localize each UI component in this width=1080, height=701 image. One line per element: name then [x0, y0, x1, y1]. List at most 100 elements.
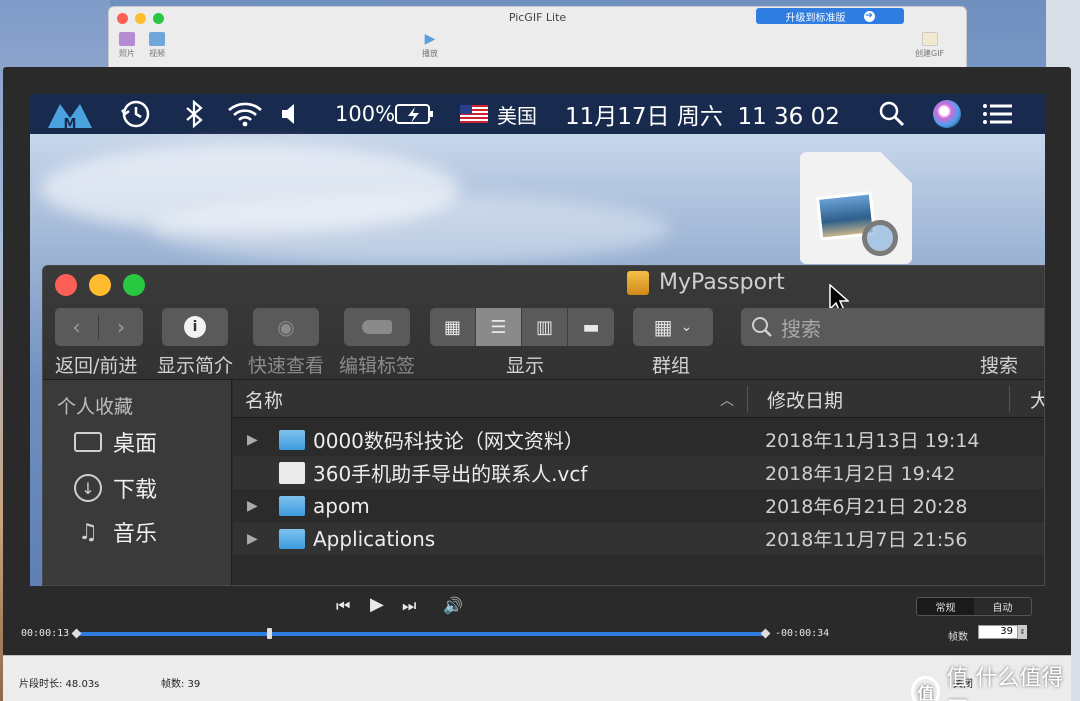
- group-grid-icon: ▦: [653, 315, 673, 339]
- photo-tool-button[interactable]: 照片: [119, 32, 135, 59]
- frame-count: 帧数: 39: [161, 679, 201, 690]
- forward-chevron-icon[interactable]: ›: [99, 315, 143, 339]
- watermark-text: 值 什么值得买: [946, 666, 1064, 701]
- finder-title-text: MyPassport: [659, 270, 785, 295]
- column-name-header[interactable]: 名称: [245, 386, 283, 413]
- search-label: 搜索: [980, 355, 1019, 377]
- spotlight-search-icon[interactable]: [878, 94, 906, 134]
- us-flag-icon[interactable]: [460, 94, 488, 134]
- notification-center-icon[interactable]: [982, 94, 1014, 134]
- tag-icon: [362, 320, 392, 334]
- play-tool-button[interactable]: ▶ 播放: [422, 32, 438, 59]
- volume-icon[interactable]: [280, 94, 300, 134]
- siri-icon[interactable]: [933, 94, 961, 134]
- get-info-button[interactable]: i: [162, 308, 228, 346]
- quick-look-label: 快速查看: [248, 355, 325, 377]
- disclosure-triangle-icon[interactable]: ▶: [247, 531, 258, 547]
- sidebar-item-desktop[interactable]: 桌面: [73, 426, 157, 458]
- file-row[interactable]: ▶ Applications 2018年11月7日 21:56: [233, 522, 1044, 555]
- watermark-logo: 值: [911, 676, 941, 701]
- folder-icon: [279, 495, 305, 516]
- quick-look-button[interactable]: ◉: [253, 308, 319, 346]
- column-size-header[interactable]: 大: [1030, 386, 1044, 413]
- column-modified-header[interactable]: 修改日期: [767, 386, 843, 413]
- edit-tags-button[interactable]: [344, 308, 410, 346]
- back-forward-control[interactable]: ‹ ›: [55, 308, 143, 346]
- sidebar-item-downloads[interactable]: ↓ 下载: [73, 472, 157, 504]
- volume-icon[interactable]: 🔊: [443, 596, 463, 615]
- menubar-clock[interactable]: 11月17日 周六 11 36 02: [565, 94, 840, 134]
- file-date: 2018年6月21日 20:28: [765, 496, 968, 518]
- folder-icon: [279, 429, 305, 450]
- favorites-heading: 个人收藏: [57, 396, 134, 418]
- mode-auto-option[interactable]: 自动: [974, 598, 1031, 615]
- create-gif-icon: [921, 32, 938, 46]
- trim-start-handle[interactable]: [71, 628, 82, 639]
- skip-forward-icon[interactable]: ⏭: [402, 596, 416, 616]
- column-view-icon[interactable]: ▥: [522, 308, 568, 346]
- music-icon: ♫: [78, 519, 98, 545]
- info-icon: i: [184, 316, 206, 338]
- skip-back-icon[interactable]: ⏮: [336, 596, 350, 616]
- mountain-logo-icon: M: [48, 104, 92, 130]
- mode-normal-option[interactable]: 常规: [917, 598, 974, 615]
- finder-window: MyPassport ‹ › 返回/前进 i 显示简介 ◉ 快速查看 编辑标签 …: [42, 265, 1045, 586]
- video-tool-button[interactable]: 视频: [149, 32, 165, 59]
- file-name: Applications: [313, 526, 436, 551]
- fps-label: 帧数: [948, 632, 968, 643]
- finder-minimize-button[interactable]: [89, 274, 111, 296]
- magnifier-icon: [862, 220, 898, 256]
- finder-sidebar: 个人收藏 桌面 ↓ 下载 ♫ 音乐: [43, 380, 232, 585]
- search-field[interactable]: 搜索: [741, 308, 1044, 346]
- file-date: 2018年1月2日 19:42: [765, 463, 956, 485]
- play-icon[interactable]: ▶: [370, 594, 384, 615]
- mac-menubar: M 100% 美国 11月17日 周六 11 36 02: [30, 94, 1045, 134]
- sort-chevron-up-icon[interactable]: ︿: [720, 390, 734, 410]
- column-divider: [747, 386, 748, 412]
- wifi-icon[interactable]: [227, 94, 263, 134]
- timeline-track[interactable]: [76, 632, 766, 636]
- site-watermark: 值 值 什么值得买: [911, 660, 1071, 701]
- icon-view-icon[interactable]: ▦: [430, 308, 476, 346]
- fps-stepper[interactable]: ⇕: [1018, 625, 1027, 639]
- battery-percent: 100%: [335, 102, 396, 126]
- finder-zoom-button[interactable]: [123, 274, 145, 296]
- disclosure-triangle-icon[interactable]: ▶: [247, 498, 258, 514]
- view-mode-segmented[interactable]: ▦ ☰ ▥ ▬: [430, 308, 614, 346]
- group-by-button[interactable]: ▦ ⌄: [633, 308, 713, 346]
- input-source-label[interactable]: 美国: [497, 94, 537, 134]
- back-chevron-icon[interactable]: ‹: [55, 315, 99, 339]
- battery-charging-icon[interactable]: [395, 94, 435, 134]
- playhead-handle[interactable]: [266, 628, 272, 639]
- gallery-view-icon[interactable]: ▬: [568, 308, 614, 346]
- file-row[interactable]: 360手机助手导出的联系人.vcf 2018年1月2日 19:42: [233, 456, 1044, 489]
- create-gif-button[interactable]: 创建GIF: [915, 32, 944, 59]
- group-label: 群组: [652, 355, 691, 377]
- file-row[interactable]: ▶ 0000数码科技论（网文资料） 2018年11月13日 19:14: [233, 423, 1044, 456]
- speed-mode-segmented[interactable]: 常规 自动: [916, 597, 1032, 616]
- photo-icon: [119, 32, 135, 46]
- bluetooth-icon[interactable]: [183, 94, 205, 134]
- upgrade-button[interactable]: 升级到标准版 ➔: [756, 8, 904, 24]
- remaining-time: -00:00:34: [775, 628, 830, 639]
- fps-input[interactable]: 39: [978, 625, 1018, 639]
- finder-close-button[interactable]: [55, 274, 77, 296]
- time-machine-icon[interactable]: [120, 94, 152, 134]
- sidebar-item-label: 桌面: [113, 432, 158, 457]
- video-preview: M 100% 美国 11月17日 周六 11 36 02 MyPassport …: [30, 94, 1045, 586]
- arrow-right-icon: ➔: [863, 10, 875, 22]
- svg-text:M: M: [64, 117, 77, 130]
- status-bar: 片段时长: 48.03s 帧数: 39 关闭 值 值 什么值得买: [3, 655, 1071, 701]
- preview-app-icon[interactable]: [800, 152, 912, 264]
- list-view-icon[interactable]: ☰: [476, 308, 522, 346]
- folder-icon: [279, 528, 305, 549]
- tool-label: 视频: [149, 49, 165, 58]
- file-row[interactable]: ▶ apom 2018年6月21日 20:28: [233, 489, 1044, 522]
- cloud: [150, 194, 670, 264]
- player-window: M 100% 美国 11月17日 周六 11 36 02 MyPassport …: [3, 67, 1071, 701]
- playback-controls: ⏮ ▶ ⏭ 🔊 00:00:13 -00:00:34 常规 自动 帧数 39 ⇕: [3, 586, 1071, 650]
- file-name: 360手机助手导出的联系人.vcf: [313, 462, 588, 486]
- sidebar-item-music[interactable]: ♫ 音乐: [73, 516, 157, 548]
- disclosure-triangle-icon[interactable]: ▶: [247, 432, 258, 448]
- trim-end-handle[interactable]: [760, 628, 771, 639]
